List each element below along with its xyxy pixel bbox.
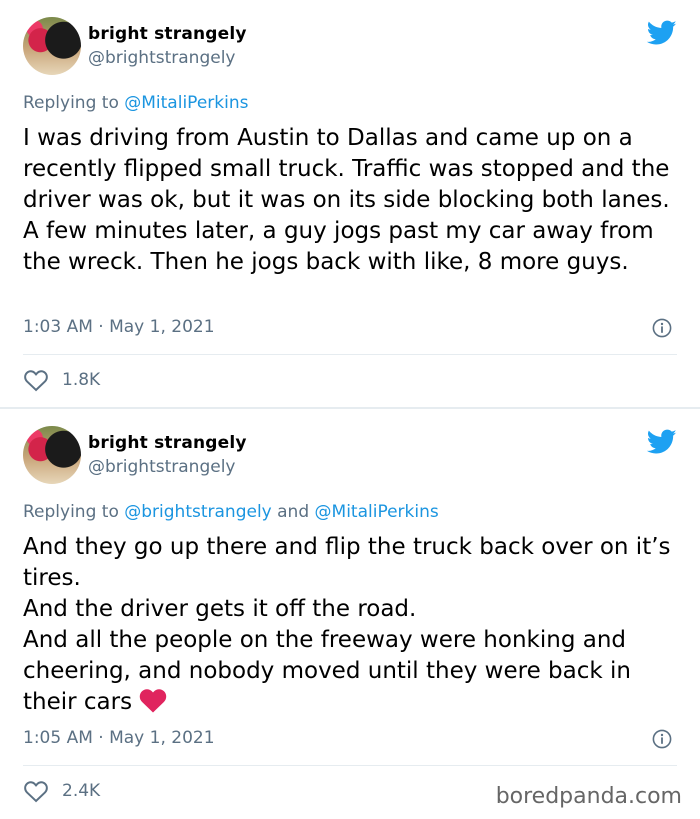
like-button[interactable]: 1.8K: [23, 368, 100, 392]
mention-link[interactable]: @MitaliPerkins: [315, 502, 439, 522]
reply-prefix: Replying to: [23, 502, 119, 522]
reply-context: Replying to @brightstrangely and @Mitali…: [23, 502, 439, 522]
mention-link[interactable]: @brightstrangely: [124, 502, 271, 522]
user-handle[interactable]: @brightstrangely: [88, 48, 235, 68]
like-count: 1.8K: [62, 370, 101, 390]
timestamp[interactable]: 1:05 AM · May 1, 2021: [23, 728, 215, 748]
tweet-card: bright strangely @brightstrangely Replyi…: [0, 409, 700, 819]
display-name[interactable]: bright strangely: [88, 24, 247, 44]
tweet-card: bright strangely @brightstrangely Replyi…: [0, 0, 700, 407]
tweet-text: And they go up there and flip the truck …: [23, 532, 683, 718]
divider: [23, 354, 677, 355]
red-heart-emoji: [139, 688, 167, 712]
info-icon[interactable]: [652, 729, 672, 749]
display-name[interactable]: bright strangely: [88, 433, 247, 453]
like-count: 2.4K: [62, 781, 101, 801]
like-button[interactable]: 2.4K: [23, 779, 100, 803]
reply-prefix: Replying to: [23, 93, 119, 113]
reply-conjunction: and: [277, 502, 310, 522]
timestamp[interactable]: 1:03 AM · May 1, 2021: [23, 317, 215, 337]
heart-outline-icon: [24, 370, 48, 392]
twitter-bird-icon[interactable]: [647, 20, 677, 46]
avatar[interactable]: [23, 426, 81, 484]
heart-outline-icon: [24, 781, 48, 803]
watermark: boredpanda.com: [495, 784, 682, 809]
reply-context: Replying to @MitaliPerkins: [23, 93, 248, 113]
tweet-text-content: And they go up there and flip the truck …: [23, 534, 671, 715]
mention-link[interactable]: @MitaliPerkins: [124, 93, 248, 113]
info-icon[interactable]: [652, 318, 672, 338]
tweet-text: I was driving from Austin to Dallas and …: [23, 125, 670, 275]
user-handle[interactable]: @brightstrangely: [88, 457, 235, 477]
avatar[interactable]: [23, 17, 81, 75]
divider: [23, 765, 677, 766]
twitter-bird-icon[interactable]: [647, 429, 677, 455]
